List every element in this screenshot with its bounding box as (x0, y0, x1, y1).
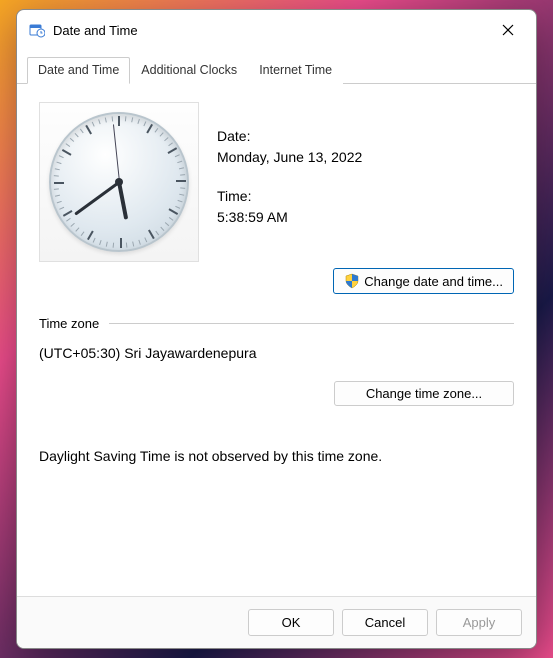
analog-clock-icon (49, 112, 189, 252)
timezone-value: (UTC+05:30) Sri Jayawardenepura (39, 345, 514, 361)
second-hand (112, 124, 119, 182)
change-time-zone-button[interactable]: Change time zone... (334, 381, 514, 406)
clock-row: Date: Monday, June 13, 2022 Time: 5:38:5… (39, 102, 514, 262)
close-icon (502, 24, 514, 36)
ok-button[interactable]: OK (248, 609, 334, 636)
tab-additional-clocks[interactable]: Additional Clocks (130, 57, 248, 84)
tab-content: Date: Monday, June 13, 2022 Time: 5:38:5… (17, 84, 536, 596)
time-value: 5:38:59 AM (217, 207, 362, 228)
change-date-time-button[interactable]: Change date and time... (333, 268, 514, 294)
apply-button[interactable]: Apply (436, 609, 522, 636)
change-time-zone-label: Change time zone... (366, 386, 482, 401)
minute-hand (74, 181, 120, 216)
date-value: Monday, June 13, 2022 (217, 147, 362, 168)
dst-note: Daylight Saving Time is not observed by … (39, 448, 514, 464)
tab-internet-time[interactable]: Internet Time (248, 57, 343, 84)
tab-date-and-time[interactable]: Date and Time (27, 57, 130, 84)
titlebar: Date and Time (17, 10, 536, 50)
tab-strip: Date and Time Additional Clocks Internet… (17, 56, 536, 84)
change-date-time-label: Change date and time... (364, 274, 503, 289)
timezone-section-header: Time zone (39, 316, 514, 331)
close-button[interactable] (488, 15, 528, 45)
divider (109, 323, 514, 324)
hour-hand (117, 182, 128, 220)
clock-pivot (115, 178, 123, 186)
date-time-info: Date: Monday, June 13, 2022 Time: 5:38:5… (217, 102, 362, 262)
shield-icon (344, 273, 360, 289)
window-title: Date and Time (53, 23, 488, 38)
dialog-button-bar: OK Cancel Apply (17, 596, 536, 648)
cancel-button[interactable]: Cancel (342, 609, 428, 636)
date-time-dialog: Date and Time Date and Time Additional C… (16, 9, 537, 649)
clock-preview (39, 102, 199, 262)
time-label: Time: (217, 186, 362, 207)
date-label: Date: (217, 126, 362, 147)
timezone-section-label: Time zone (39, 316, 99, 331)
date-time-icon (29, 22, 45, 38)
